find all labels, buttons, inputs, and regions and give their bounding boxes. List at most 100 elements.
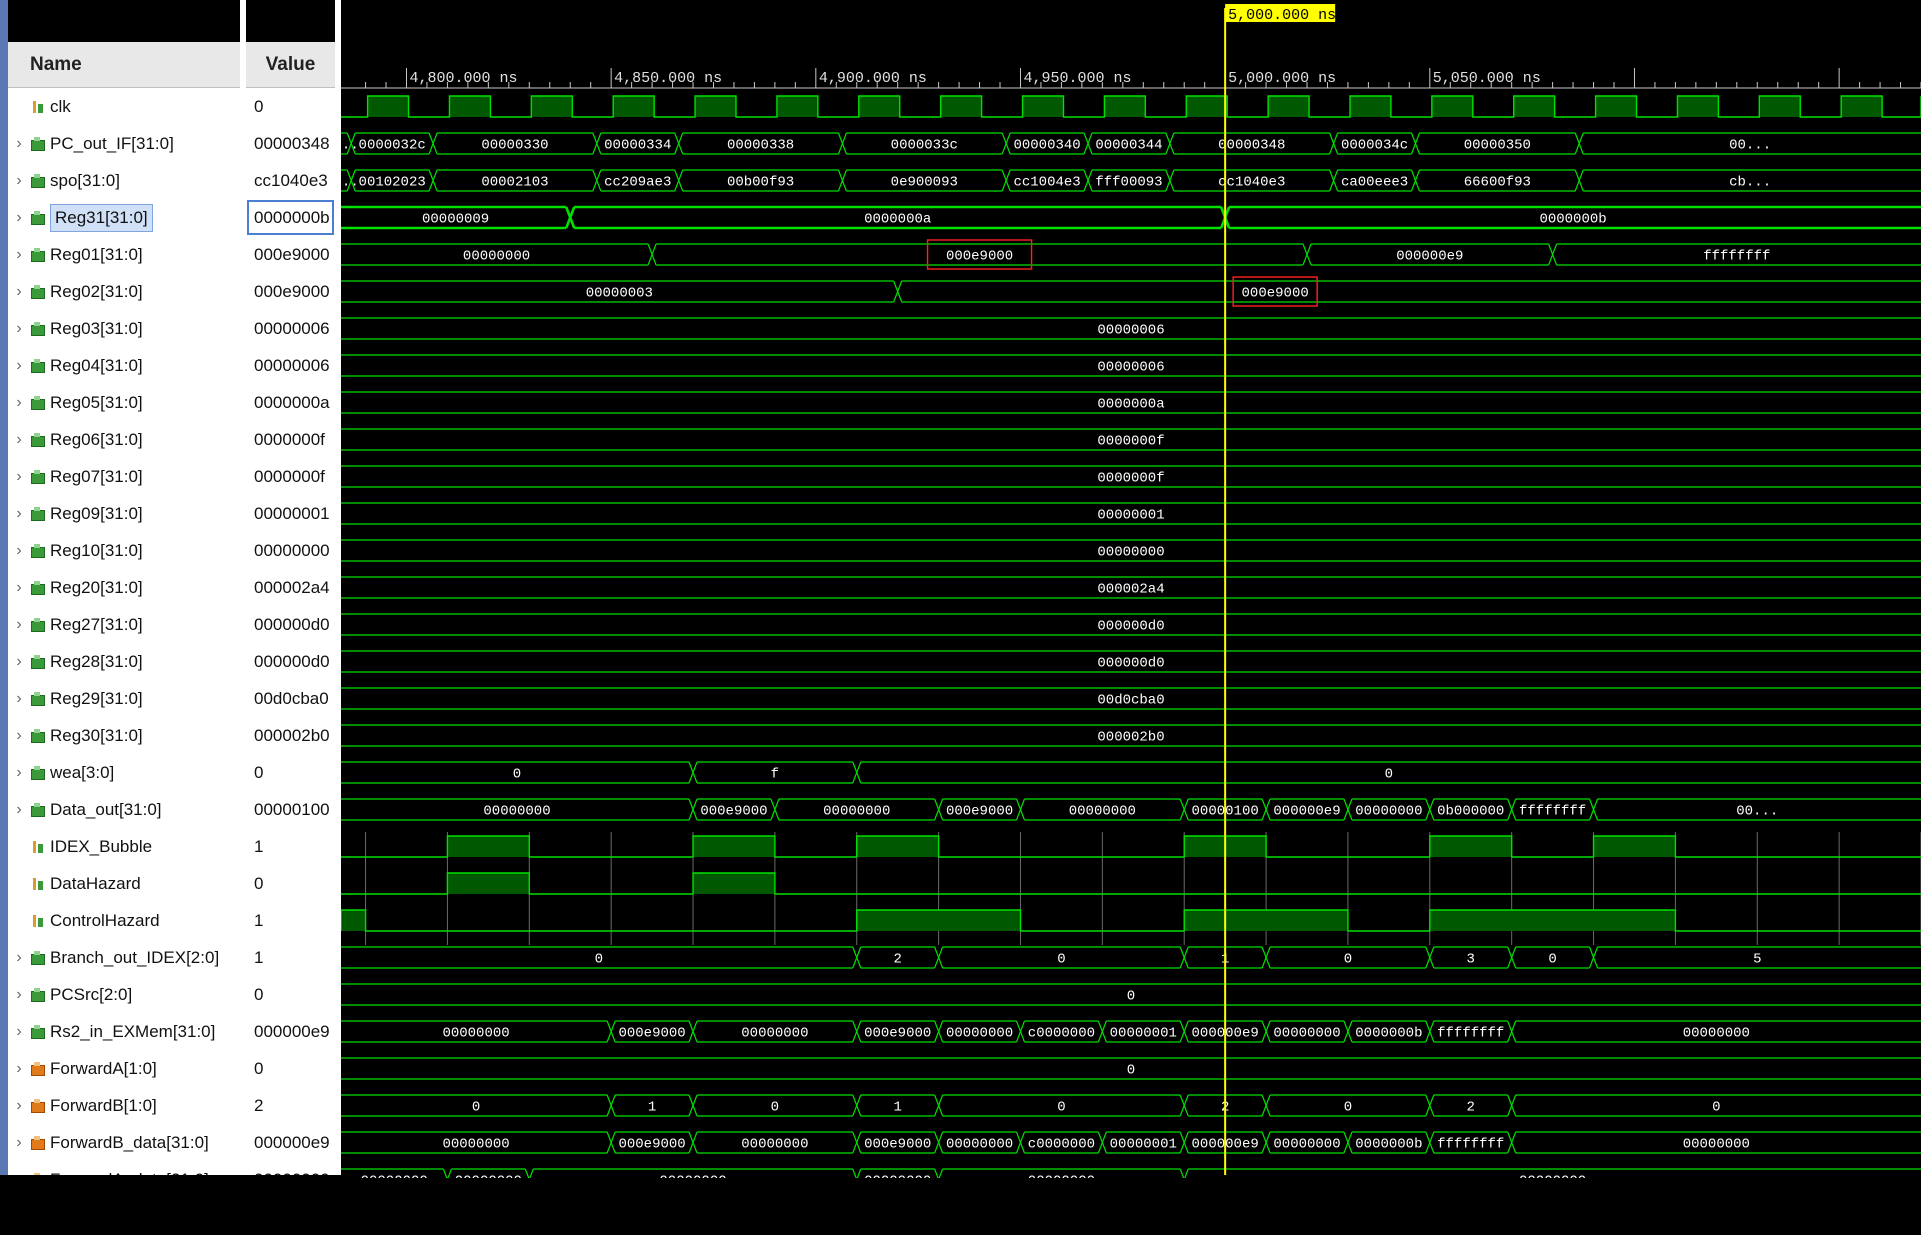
- bus-signal-icon: [30, 1135, 46, 1150]
- signal-row-idex-bubble[interactable]: IDEX_Bubble: [8, 828, 240, 865]
- signal-row-datahazard[interactable]: DataHazard: [8, 865, 240, 902]
- wave-reg03: 00000006: [341, 317, 1921, 340]
- expand-chevron-icon[interactable]: ›: [8, 690, 30, 708]
- time-ruler: 4,800.000 ns 4,850.000 ns 4,900.000 ns 4,95…: [341, 68, 1921, 89]
- expand-chevron-icon[interactable]: ›: [8, 579, 30, 597]
- bus-signal-icon: [30, 395, 46, 410]
- wave-branch-out-idex: 02010305: [341, 946, 1921, 969]
- signal-row-data-out[interactable]: › Data_out[31:0]: [8, 791, 240, 828]
- signal-row-reg10[interactable]: › Reg10[31:0]: [8, 532, 240, 569]
- signal-name: wea[3:0]: [50, 762, 115, 782]
- expand-chevron-icon[interactable]: ›: [8, 431, 30, 449]
- value-column-header[interactable]: Value: [246, 42, 335, 88]
- signal-row-branch-out-idex[interactable]: › Branch_out_IDEX[2:0]: [8, 939, 240, 976]
- bus-value-label: 00000340: [1013, 138, 1080, 154]
- bus-value-label: 00000000: [483, 804, 550, 820]
- expand-chevron-icon[interactable]: ›: [8, 653, 30, 671]
- signal-value: 0: [246, 754, 335, 791]
- signal-row-wea[interactable]: › wea[3:0]: [8, 754, 240, 791]
- signal-row-reg31[interactable]: › Reg31[31:0]: [8, 199, 240, 236]
- pulse-high: [693, 873, 775, 894]
- name-column-header[interactable]: Name: [8, 42, 240, 88]
- signal-row-forwardb-data[interactable]: › ForwardB_data[31:0]: [8, 1124, 240, 1161]
- expand-chevron-icon[interactable]: ›: [8, 727, 30, 745]
- signal-row-reg29[interactable]: › Reg29[31:0]: [8, 680, 240, 717]
- bus-signal-icon: [30, 432, 46, 447]
- clock-high: [613, 96, 655, 117]
- signal-row-reg30[interactable]: › Reg30[31:0]: [8, 717, 240, 754]
- signal-row-reg09[interactable]: › Reg09[31:0]: [8, 495, 240, 532]
- expand-chevron-icon[interactable]: ›: [8, 172, 30, 190]
- signal-row-reg20[interactable]: › Reg20[31:0]: [8, 569, 240, 606]
- bus-value-label: 0: [1057, 952, 1065, 968]
- signal-value: 0: [246, 976, 335, 1013]
- expand-chevron-icon[interactable]: ›: [8, 1060, 30, 1078]
- wave-pcsrc: 0: [341, 983, 1921, 1006]
- expand-chevron-icon[interactable]: ›: [8, 394, 30, 412]
- signal-value: 000000e9: [246, 1124, 335, 1161]
- signal-row-clk[interactable]: clk: [8, 88, 240, 125]
- expand-chevron-icon[interactable]: ›: [8, 986, 30, 1004]
- signal-row-reg01[interactable]: › Reg01[31:0]: [8, 236, 240, 273]
- signal-row-reg02[interactable]: › Reg02[31:0]: [8, 273, 240, 310]
- bus-value-label: c0000000: [1028, 1137, 1095, 1153]
- expand-chevron-icon[interactable]: ›: [8, 505, 30, 523]
- bus-value-label: ca00eee3: [1341, 175, 1408, 191]
- expand-chevron-icon[interactable]: ›: [8, 542, 30, 560]
- pulse-high: [447, 836, 530, 857]
- clock-high: [1431, 96, 1473, 117]
- clock-high: [1186, 96, 1228, 117]
- expand-chevron-icon[interactable]: ›: [8, 1097, 30, 1115]
- signal-name: Reg20[31:0]: [50, 577, 143, 597]
- expand-chevron-icon[interactable]: ›: [8, 209, 30, 227]
- signal-row-reg03[interactable]: › Reg03[31:0]: [8, 310, 240, 347]
- signal-row-controlhazard[interactable]: ControlHazard: [8, 902, 240, 939]
- signal-row-rs2-in-exmem[interactable]: › Rs2_in_EXMem[31:0]: [8, 1013, 240, 1050]
- signal-row-forwardb[interactable]: › ForwardB[1:0]: [8, 1087, 240, 1124]
- expand-chevron-icon[interactable]: ›: [8, 135, 30, 153]
- wave-spo: ...00102023 00002103 cc209ae3 00b00f93 0e900…: [334, 169, 1921, 192]
- signal-row-reg27[interactable]: › Reg27[31:0]: [8, 606, 240, 643]
- signal-row-reg06[interactable]: › Reg06[31:0]: [8, 421, 240, 458]
- expand-chevron-icon[interactable]: ›: [8, 801, 30, 819]
- bus-value-label: 2: [893, 952, 901, 968]
- signal-row-forwarda[interactable]: › ForwardA[1:0]: [8, 1050, 240, 1087]
- expand-chevron-icon[interactable]: ›: [8, 616, 30, 634]
- bus-value-label: 0: [1548, 952, 1556, 968]
- expand-chevron-icon[interactable]: ›: [8, 283, 30, 301]
- signal-row-pcsrc[interactable]: › PCSrc[2:0]: [8, 976, 240, 1013]
- pulse-high: [1184, 910, 1348, 931]
- bus-signal-icon: [30, 1024, 46, 1039]
- waveform-area[interactable]: 4,800.000 ns 4,850.000 ns 4,900.000 ns 4,95…: [334, 0, 1921, 1230]
- signal-value: 00000348: [246, 125, 335, 162]
- bus-value-label: 00000006: [1097, 323, 1164, 339]
- expand-chevron-icon[interactable]: ›: [8, 468, 30, 486]
- expand-chevron-icon[interactable]: ›: [8, 1134, 30, 1152]
- signal-row-reg05[interactable]: › Reg05[31:0]: [8, 384, 240, 421]
- signal-row-spo[interactable]: › spo[31:0]: [8, 162, 240, 199]
- signal-row-pc-out-if[interactable]: › PC_out_IF[31:0]: [8, 125, 240, 162]
- signal-row-reg04[interactable]: › Reg04[31:0]: [8, 347, 240, 384]
- signal-name: Reg29[31:0]: [50, 688, 143, 708]
- pulse-trace: [341, 872, 1921, 895]
- waveform-canvas[interactable]: 4,800.000 ns 4,850.000 ns 4,900.000 ns 4,95…: [334, 0, 1921, 1230]
- expand-chevron-icon[interactable]: ›: [8, 1023, 30, 1041]
- signal-row-reg07[interactable]: › Reg07[31:0]: [8, 458, 240, 495]
- signal-value: 1: [246, 902, 335, 939]
- bus-value-label: 000000e9: [1396, 249, 1463, 265]
- expand-chevron-icon[interactable]: ›: [8, 246, 30, 264]
- wave-reg06: 0000000f: [341, 428, 1921, 451]
- expand-chevron-icon[interactable]: ›: [8, 320, 30, 338]
- signal-name: ForwardB_data[31:0]: [50, 1132, 209, 1152]
- bus-signal-icon: [30, 506, 46, 521]
- clock-high: [858, 96, 900, 117]
- signal-row-reg28[interactable]: › Reg28[31:0]: [8, 643, 240, 680]
- expand-chevron-icon[interactable]: ›: [8, 764, 30, 782]
- bus-signal-icon: [30, 1061, 46, 1076]
- expand-chevron-icon[interactable]: ›: [8, 949, 30, 967]
- wave-reg31: 00000009 0000000a 0000000b: [341, 205, 1921, 230]
- bus-value-label: 3: [1467, 952, 1475, 968]
- wave-reg30: 000002b0: [341, 724, 1921, 747]
- ruler-tick-label: 4,950.000 ns: [1023, 70, 1131, 87]
- expand-chevron-icon[interactable]: ›: [8, 357, 30, 375]
